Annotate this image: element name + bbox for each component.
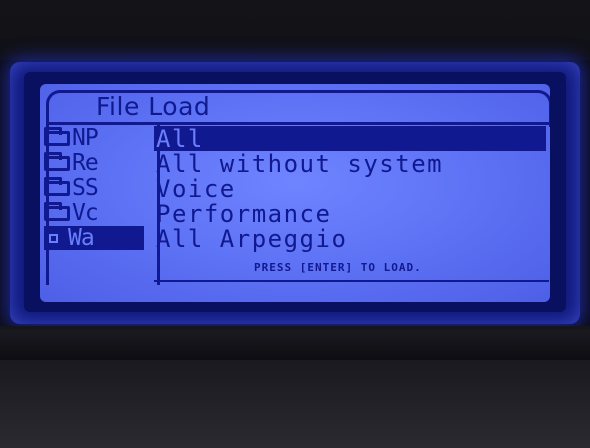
- file-item-wa[interactable]: Wa: [44, 225, 144, 251]
- file-item-label: SS: [72, 175, 99, 201]
- file-item-label: Re: [72, 150, 99, 176]
- lcd-inner-frame: File Load NP Re SS Vc Wa All All without…: [24, 72, 566, 312]
- file-item-label: NP: [72, 125, 99, 151]
- device-bezel-top: [0, 0, 590, 60]
- file-item-vc[interactable]: Vc: [44, 200, 99, 226]
- status-message: PRESS [ENTER] TO LOAD.: [254, 261, 422, 274]
- folder-icon: [44, 176, 70, 196]
- page-title: File Load: [96, 92, 211, 121]
- device-bezel-ridge: [0, 330, 590, 360]
- file-item-label: Vc: [72, 200, 99, 226]
- lcd-frame: File Load NP Re SS Vc Wa All All without…: [10, 62, 580, 324]
- load-option-performance[interactable]: Performance: [154, 200, 331, 228]
- load-option-all-arpeggio[interactable]: All Arpeggio: [154, 225, 347, 253]
- file-icon: [44, 228, 64, 248]
- load-option-all[interactable]: All: [154, 125, 546, 153]
- load-option-voice[interactable]: Voice: [154, 175, 236, 203]
- footer-divider: [154, 280, 549, 282]
- folder-icon: [44, 151, 70, 171]
- load-option-all-without-system[interactable]: All without system: [154, 150, 443, 178]
- folder-icon: [44, 201, 70, 221]
- file-item-label: Wa: [68, 225, 95, 251]
- folder-icon: [44, 126, 70, 146]
- file-item-np[interactable]: NP: [44, 125, 99, 151]
- file-item-re[interactable]: Re: [44, 150, 99, 176]
- lcd-screen: File Load NP Re SS Vc Wa All All without…: [40, 84, 550, 302]
- device-photo: File Load NP Re SS Vc Wa All All without…: [0, 0, 590, 448]
- file-item-ss[interactable]: SS: [44, 175, 99, 201]
